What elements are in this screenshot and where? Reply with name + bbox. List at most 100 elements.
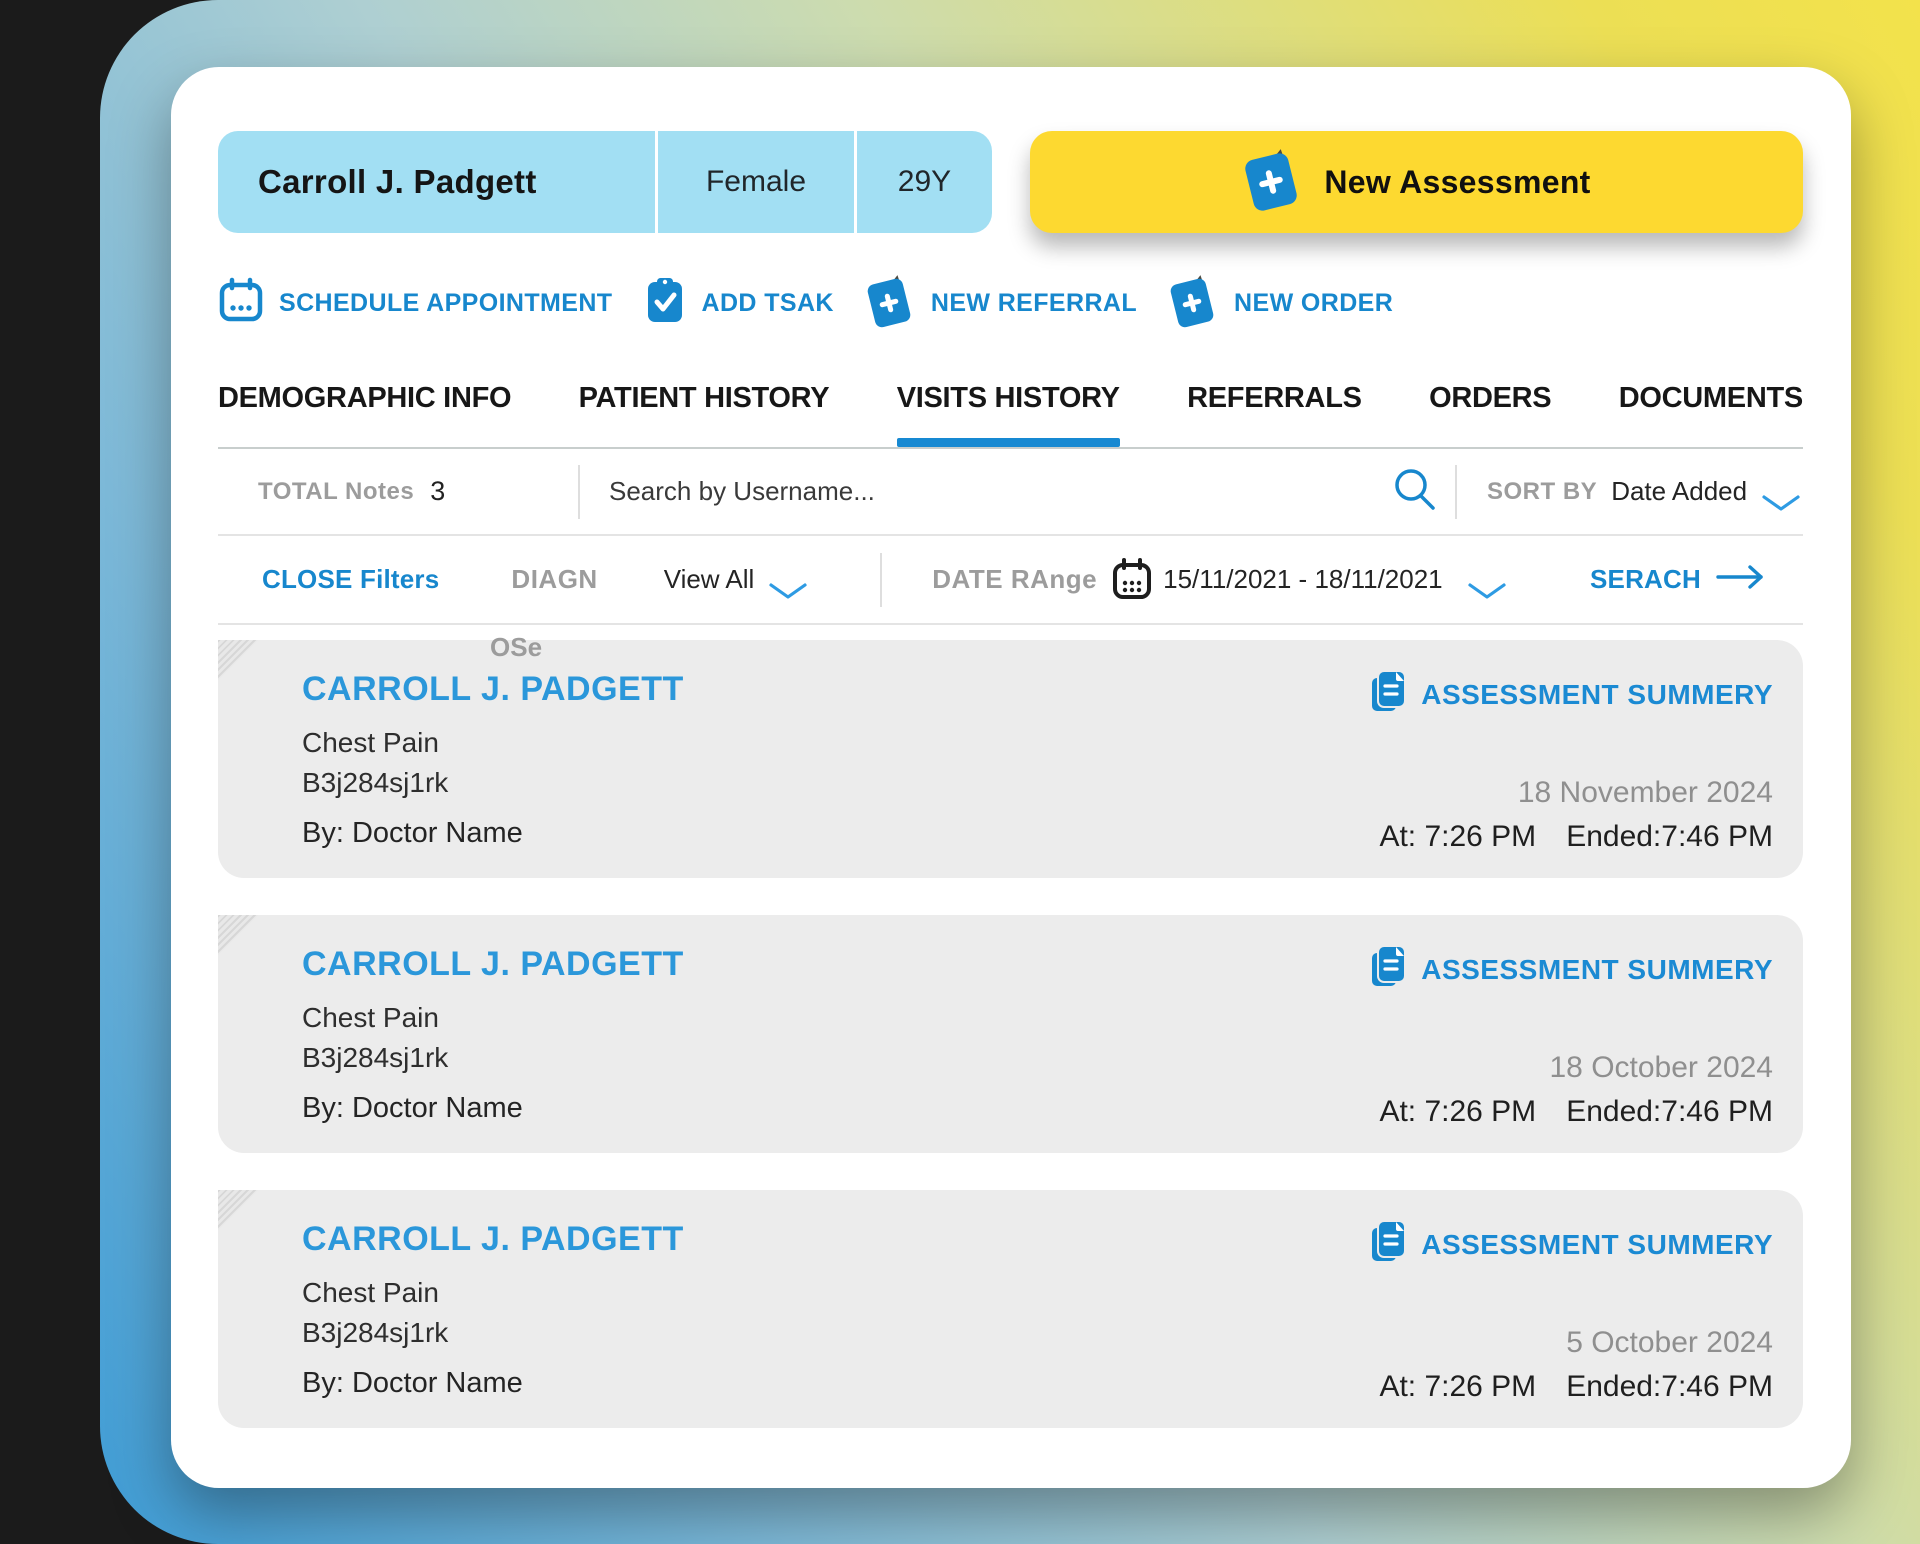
search-area (580, 465, 1455, 518)
assessment-summary-label: ASSESSMENT SUMMERY (1421, 954, 1773, 986)
visit-diagnosis: Chest Pain (302, 723, 684, 763)
visit-card: CARROLL J. PADGETT Chest Pain B3j284sj1r… (218, 640, 1803, 878)
quick-actions-row: SCHEDULE APPOINTMENT ADD TSAK NEW R (218, 278, 1803, 328)
search-filters-button[interactable]: SERACH (1590, 563, 1767, 596)
note-plus-icon (866, 275, 916, 331)
visit-start-time: At: 7:26 PM (1379, 1095, 1536, 1129)
chevron-down-icon[interactable] (1467, 582, 1507, 605)
visit-diagnosis: Chest Pain (302, 998, 684, 1038)
new-order-label: NEW ORDER (1234, 289, 1393, 318)
page: { "patient_header": { "name": "Carroll J… (0, 0, 1920, 1544)
visit-datetime: 5 October 2024 At: 7:26 PM Ended:7:46 PM (1379, 1326, 1773, 1404)
divider (880, 553, 882, 607)
note-plus-icon (1242, 149, 1304, 215)
search-icon[interactable] (1391, 465, 1439, 518)
filters-bar: CLOSE Filters DIAGN View All DATE RAnge … (218, 536, 1803, 625)
new-order-button[interactable]: NEW ORDER (1169, 275, 1393, 331)
visit-date: 5 October 2024 (1566, 1326, 1773, 1360)
tab-referrals[interactable]: REFERRALS (1187, 382, 1362, 415)
document-icon (1369, 945, 1407, 994)
tab-patient-history[interactable]: PATIENT HISTORY (579, 382, 830, 415)
schedule-appointment-label: SCHEDULE APPOINTMENT (279, 289, 612, 318)
visit-card-meta: ASSESSMENT SUMMERY 18 October 2024 At: 7… (1369, 945, 1773, 1129)
visit-record-id: B3j284sj1rk (302, 1313, 684, 1353)
search-filters-label: SERACH (1590, 564, 1701, 595)
assessment-summary-label: ASSESSMENT SUMMERY (1421, 679, 1773, 711)
visit-card-details: CARROLL J. PADGETT Chest Pain B3j284sj1r… (302, 670, 684, 854)
tab-demographic-info[interactable]: DEMOGRAPHIC INFO (218, 382, 511, 415)
visit-card: CARROLL J. PADGETT Chest Pain B3j284sj1r… (218, 915, 1803, 1153)
sort-by-label: SORT BY (1487, 478, 1597, 506)
visit-end-time: Ended:7:46 PM (1566, 820, 1773, 854)
page-fold-icon (218, 640, 258, 680)
tab-orders[interactable]: ORDERS (1429, 382, 1551, 415)
schedule-appointment-button[interactable]: SCHEDULE APPOINTMENT (218, 277, 612, 330)
assessment-summary-button[interactable]: ASSESSMENT SUMMERY (1369, 945, 1773, 994)
visit-end-time: Ended:7:46 PM (1566, 1370, 1773, 1404)
note-plus-icon (1169, 275, 1219, 331)
visit-patient-name-link[interactable]: CARROLL J. PADGETT (302, 670, 684, 709)
diagnose-filter-label: DIAGN (511, 564, 597, 595)
calendar-icon (218, 277, 264, 330)
visit-end-time: Ended:7:46 PM (1566, 1095, 1773, 1129)
visits-list: CARROLL J. PADGETT Chest Pain B3j284sj1r… (218, 640, 1803, 1428)
visit-times: At: 7:26 PM Ended:7:46 PM (1379, 820, 1773, 854)
date-range-value[interactable]: 15/11/2021 - 18/11/2021 (1163, 564, 1443, 595)
add-task-button[interactable]: ADD TSAK (644, 277, 833, 330)
card-content: Carroll J. Padgett Female 29Y New Assess… (171, 67, 1851, 1488)
calendar-icon[interactable] (1111, 558, 1153, 602)
visit-start-time: At: 7:26 PM (1379, 820, 1536, 854)
diagnose-label-overflow: OSe (490, 632, 542, 663)
visit-card-meta: ASSESSMENT SUMMERY 18 November 2024 At: … (1369, 670, 1773, 854)
notes-toolbar: TOTAL Notes 3 SORT BY Date Added (218, 449, 1803, 536)
patient-age: 29Y (857, 131, 992, 233)
search-input[interactable] (609, 476, 1391, 507)
visit-record-id: B3j284sj1rk (302, 1038, 684, 1078)
assessment-summary-label: ASSESSMENT SUMMERY (1421, 1229, 1773, 1261)
assessment-summary-button[interactable]: ASSESSMENT SUMMERY (1369, 1220, 1773, 1269)
visit-datetime: 18 October 2024 At: 7:26 PM Ended:7:46 P… (1379, 1051, 1773, 1129)
record-tabs: DEMOGRAPHIC INFO PATIENT HISTORY VISITS … (218, 382, 1803, 449)
new-referral-button[interactable]: NEW REFERRAL (866, 275, 1137, 331)
visit-record-id: B3j284sj1rk (302, 763, 684, 803)
assessment-summary-button[interactable]: ASSESSMENT SUMMERY (1369, 670, 1773, 719)
total-notes: TOTAL Notes 3 (218, 476, 578, 507)
patient-record-card: Carroll J. Padgett Female 29Y New Assess… (171, 67, 1851, 1488)
chevron-down-icon[interactable] (1761, 494, 1801, 517)
new-referral-label: NEW REFERRAL (931, 289, 1137, 318)
tab-documents[interactable]: DOCUMENTS (1619, 382, 1803, 415)
new-assessment-label: New Assessment (1324, 164, 1590, 201)
patient-header-row: Carroll J. Padgett Female 29Y New Assess… (218, 131, 1803, 233)
visit-times: At: 7:26 PM Ended:7:46 PM (1379, 1370, 1773, 1404)
total-notes-label: TOTAL Notes (258, 478, 414, 506)
patient-info-bar: Carroll J. Padgett Female 29Y (218, 131, 992, 233)
visit-patient-name-link[interactable]: CARROLL J. PADGETT (302, 945, 684, 984)
visit-card: CARROLL J. PADGETT Chest Pain B3j284sj1r… (218, 1190, 1803, 1428)
visit-card-details: CARROLL J. PADGETT Chest Pain B3j284sj1r… (302, 945, 684, 1129)
visit-card-details: CARROLL J. PADGETT Chest Pain B3j284sj1r… (302, 1220, 684, 1404)
document-icon (1369, 1220, 1407, 1269)
add-task-label: ADD TSAK (701, 289, 833, 318)
patient-gender: Female (658, 131, 854, 233)
chevron-down-icon[interactable] (768, 582, 808, 605)
document-icon (1369, 670, 1407, 719)
sort-by-dropdown[interactable]: SORT BY Date Added (1457, 476, 1803, 507)
visit-patient-name-link[interactable]: CARROLL J. PADGETT (302, 1220, 684, 1259)
clipboard-check-icon (644, 277, 686, 330)
visit-times: At: 7:26 PM Ended:7:46 PM (1379, 1095, 1773, 1129)
visit-card-meta: ASSESSMENT SUMMERY 5 October 2024 At: 7:… (1369, 1220, 1773, 1404)
visit-doctor: By: Doctor Name (302, 1367, 684, 1400)
date-range-label: DATE RAnge (932, 564, 1097, 595)
visit-start-time: At: 7:26 PM (1379, 1370, 1536, 1404)
page-fold-icon (218, 915, 258, 955)
patient-name: Carroll J. Padgett (218, 131, 655, 233)
page-fold-icon (218, 1190, 258, 1230)
close-filters-button[interactable]: CLOSE Filters (262, 564, 439, 595)
new-assessment-button[interactable]: New Assessment (1030, 131, 1803, 233)
diagnose-filter-value[interactable]: View All (664, 564, 755, 595)
arrow-right-icon (1715, 563, 1767, 596)
visit-datetime: 18 November 2024 At: 7:26 PM Ended:7:46 … (1379, 776, 1773, 854)
tab-visits-history[interactable]: VISITS HISTORY (897, 382, 1120, 415)
visit-date: 18 November 2024 (1518, 776, 1773, 810)
sort-by-value: Date Added (1611, 476, 1747, 507)
